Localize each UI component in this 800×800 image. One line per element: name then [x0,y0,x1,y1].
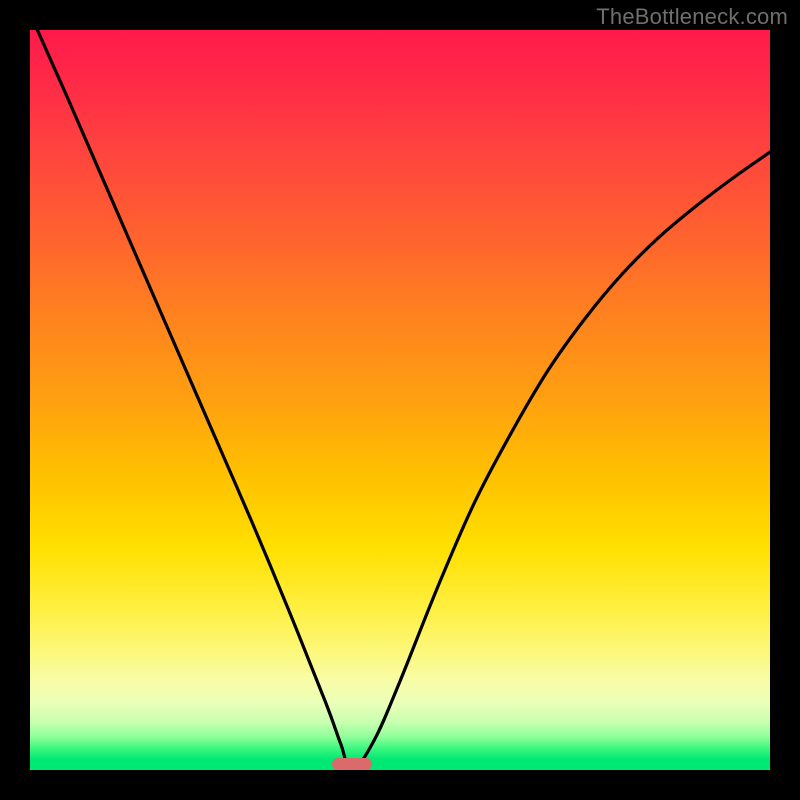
balance-marker [332,758,373,770]
curve-path [37,30,770,770]
bottleneck-curve [30,30,770,770]
watermark-text: TheBottleneck.com [596,4,788,30]
plot-area [30,30,770,770]
chart-frame: TheBottleneck.com [0,0,800,800]
